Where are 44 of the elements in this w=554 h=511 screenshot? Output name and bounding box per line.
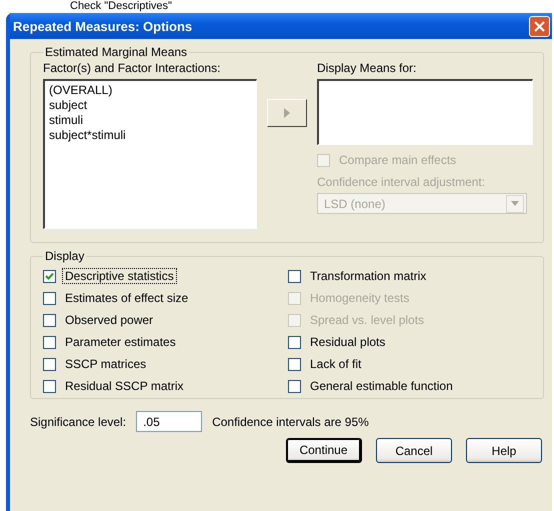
checkbox[interactable]: [43, 358, 56, 370]
group-title: Estimated Marginal Means: [44, 45, 188, 59]
checkbox-label: Residual SSCP matrix: [64, 378, 184, 394]
list-item[interactable]: subject*stimuli: [49, 128, 252, 143]
move-button[interactable]: [267, 99, 307, 127]
checkbox[interactable]: [288, 270, 301, 282]
checkbox-label: Homogeneity tests: [309, 290, 410, 306]
dialog-button[interactable]: Help: [466, 438, 542, 463]
checkbox[interactable]: [43, 270, 56, 282]
close-button[interactable]: [529, 16, 550, 36]
checkbox-label: Spread vs. level plots: [309, 312, 426, 328]
checkbox-label: Transformation matrix: [309, 268, 428, 284]
note-text: Confidence intervals are 95%: [212, 414, 369, 428]
group-title: Display: [44, 249, 86, 263]
checkbox-label: SSCP matrices: [64, 356, 148, 372]
field-label: Display Means for:: [317, 61, 418, 75]
window-title: Repeated Measures: Options: [13, 18, 192, 34]
right-arrow-icon: [284, 108, 290, 118]
checkbox-label: Compare main effects: [338, 152, 458, 168]
checkbox-label: Observed power: [64, 312, 154, 328]
list-item[interactable]: (OVERALL): [49, 83, 252, 98]
checkbox-label: Estimates of effect size: [64, 290, 190, 306]
checkbox[interactable]: [43, 380, 56, 392]
checkbox[interactable]: [43, 292, 56, 304]
checkbox[interactable]: [43, 314, 56, 326]
dialog-button[interactable]: Cancel: [376, 438, 452, 463]
field-label: Confidence interval adjustment:: [317, 175, 486, 189]
checkbox[interactable]: [288, 380, 301, 392]
field-label: Factor(s) and Factor Interactions:: [43, 61, 222, 75]
field-label: Significance level:: [30, 414, 126, 428]
checkbox-label: General estimable function: [309, 378, 454, 394]
list-item[interactable]: subject: [49, 98, 252, 113]
checkbox[interactable]: [288, 358, 301, 370]
list-item[interactable]: stimuli: [49, 113, 252, 128]
checkbox-label: Descriptive statistics: [62, 268, 177, 284]
checkbox-label: Residual plots: [309, 334, 386, 350]
checkbox[interactable]: [288, 336, 301, 348]
checkbox[interactable]: [43, 336, 56, 348]
checkbox-label: Lack of fit: [309, 356, 362, 372]
dialog-button[interactable]: Continue: [286, 438, 362, 463]
caption-text: Check "Descriptives": [69, 0, 173, 13]
checkbox-label: Parameter estimates: [64, 334, 177, 350]
significance-field[interactable]: .05: [136, 411, 202, 432]
close-icon: [534, 20, 545, 32]
